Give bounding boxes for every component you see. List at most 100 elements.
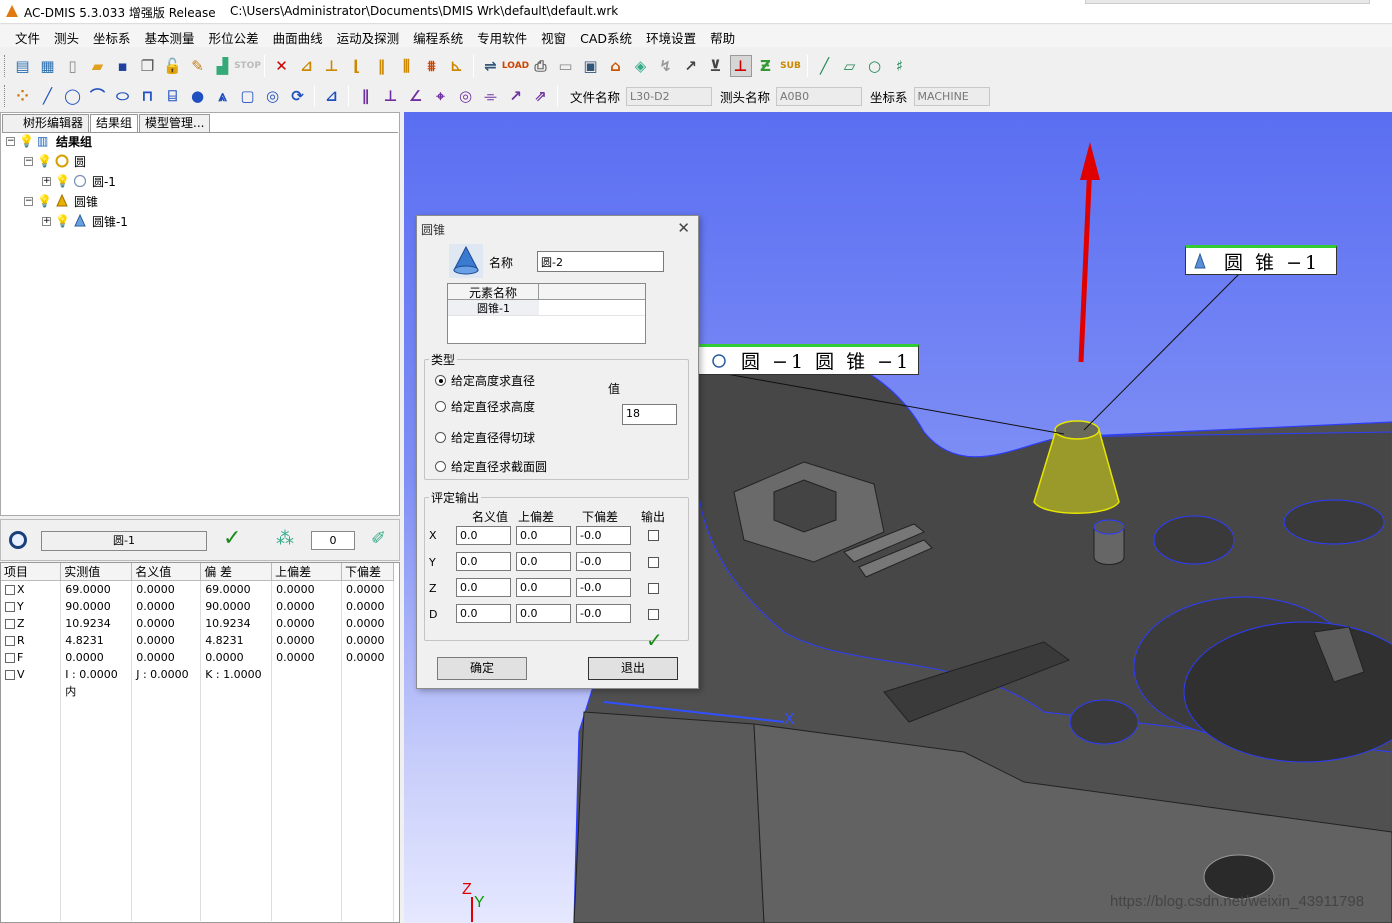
tree-cone-item[interactable]: + 💡 圆锥-1 [42,211,128,231]
upper-input[interactable]: 0.0 [516,604,571,623]
position-icon[interactable]: ⌖ [430,85,452,107]
menu-basic-measure[interactable]: 基本测量 [138,25,202,47]
radio-icon[interactable] [435,461,446,472]
axis-icon[interactable]: ⌊ [346,55,368,77]
monitor-icon[interactable]: ▣ [580,55,602,77]
menu-programming[interactable]: 编程系统 [406,25,470,47]
tree-circle-group[interactable]: − 💡 圆 [24,151,86,171]
plane-icon[interactable]: ▢ [237,85,259,107]
name-input[interactable]: 圆-2 [537,251,664,272]
hash-icon[interactable]: ♯ [889,55,911,77]
tab-result-group[interactable]: 结果组 [90,114,139,132]
menu-file[interactable]: 文件 [8,25,47,47]
origin-icon[interactable]: ⊾ [446,55,468,77]
bars-icon[interactable]: ‖ [371,55,393,77]
eraser-icon[interactable]: ✐ [371,528,386,549]
collapse-icon[interactable]: − [24,196,33,206]
circle-icon[interactable]: ○ [864,55,886,77]
torus-icon[interactable]: ◎ [262,85,284,107]
edit-icon[interactable]: ✎ [187,55,209,77]
callout-cone[interactable]: 圆 锥 −1 [1185,245,1337,275]
cone-icon[interactable]: ⩓ [212,85,234,107]
auto-icon[interactable]: Ƶ [755,55,777,77]
menu-probe[interactable]: 测头 [47,25,86,47]
nominal-input[interactable]: 0.0 [456,604,511,623]
stop-icon[interactable]: STOP [234,55,261,77]
total-runout-icon[interactable]: ⇗ [530,85,552,107]
path-icon[interactable]: ↯ [655,55,677,77]
menu-surface-curve[interactable]: 曲面曲线 [266,25,330,47]
tab-model-manager[interactable]: 模型管理... [139,114,211,132]
column-header[interactable]: 项目 [1,563,62,581]
upper-input[interactable]: 0.0 [516,578,571,597]
construct-icon[interactable]: ⊿ [321,85,343,107]
copy-icon[interactable]: ❐ [137,55,159,77]
load-icon[interactable]: LOAD [502,55,529,77]
home-icon[interactable]: ⌂ [605,55,627,77]
upper-input[interactable]: 0.0 [516,552,571,571]
column-header[interactable]: 上偏差 [271,563,342,581]
collapse-icon[interactable]: − [24,156,33,166]
column-header[interactable]: 下偏差 [341,563,394,581]
open-project-icon[interactable]: ▤ [12,55,34,77]
element-column-header[interactable]: 元素名称 [448,284,539,300]
menu-special-software[interactable]: 专用软件 [470,25,534,47]
angle-icon[interactable]: ∠ [405,85,427,107]
option-diameter-tangent-sphere[interactable]: 给定直径得切球 [435,429,535,446]
nominal-input[interactable]: 0.0 [456,526,511,545]
menu-motion-probe[interactable]: 运动及探测 [330,25,407,47]
row-checkbox[interactable] [5,652,15,663]
element-list[interactable]: 元素名称 圆锥-1 [447,283,646,344]
probe-tool-icon[interactable]: ⫼ [396,55,418,77]
output-checkbox[interactable] [648,583,659,594]
cylinder-icon[interactable]: ⌸ [162,85,184,107]
joystick-icon[interactable]: ⊻ [705,55,727,77]
radio-icon[interactable] [435,432,446,443]
option-diameter-section-circle[interactable]: 给定直径求截面圆 [435,458,547,475]
file-name-field[interactable]: L30-D2 [626,86,713,106]
column-header[interactable]: 偏 差 [200,563,273,581]
perpendicular-icon[interactable]: ⊥ [380,85,402,107]
feature-name-field[interactable]: 圆-1 [41,531,207,551]
measure-line-icon[interactable]: ╱ [37,85,59,107]
tab-tree-editor[interactable]: 树形编辑器 [2,114,90,132]
rectangle-icon[interactable]: ▱ [839,55,861,77]
delete-icon[interactable]: ✕ [271,55,293,77]
row-checkbox[interactable] [5,601,15,612]
point-icon[interactable]: ⁘ [12,85,34,107]
value-input[interactable]: 18 [622,404,677,425]
measure-circle-icon[interactable]: ◯ [62,85,84,107]
coord-system-field[interactable]: MACHINE [913,86,990,106]
row-checkbox[interactable] [5,618,15,629]
symmetry-icon[interactable]: ⌯ [480,85,502,107]
sub-icon[interactable]: SUB [780,55,802,77]
menu-help[interactable]: 帮助 [703,25,742,47]
menu-window[interactable]: 视窗 [534,25,573,47]
tree-root[interactable]: − 💡 ▥ 结果组 [6,131,92,151]
check-icon[interactable]: ✓ [646,628,663,652]
hit-count-field[interactable]: 0 [311,531,355,550]
element-item[interactable]: 圆锥-1 [448,300,539,315]
runout-icon[interactable]: ↗ [505,85,527,107]
column-header[interactable]: 实测值 [60,563,133,581]
sphere-icon[interactable]: ● [187,85,209,107]
close-icon[interactable]: ✕ [677,219,690,237]
open-folder-icon[interactable]: ▰ [87,55,109,77]
ellipse-icon[interactable]: ⬭ [112,85,134,107]
menu-gdt[interactable]: 形位公差 [202,25,266,47]
upper-input[interactable]: 0.0 [516,526,571,545]
radio-icon[interactable] [435,401,446,412]
menu-coordinate[interactable]: 坐标系 [86,25,138,47]
column-header[interactable]: 名义值 [131,563,202,581]
slot-icon[interactable]: ⊓ [137,85,159,107]
lower-input[interactable]: -0.0 [576,604,631,623]
output-checkbox[interactable] [648,609,659,620]
option-diameter-to-height[interactable]: 给定直径求高度 [435,398,535,415]
cmm-icon[interactable]: ⊥ [729,55,752,77]
option-height-to-diameter[interactable]: 给定高度求直径 [435,372,535,389]
save-icon[interactable]: ▪ [112,55,134,77]
concentric-icon[interactable]: ◎ [455,85,477,107]
nominal-input[interactable]: 0.0 [456,552,511,571]
expand-icon[interactable]: + [42,176,51,186]
ok-button[interactable]: 确定 [437,657,527,680]
